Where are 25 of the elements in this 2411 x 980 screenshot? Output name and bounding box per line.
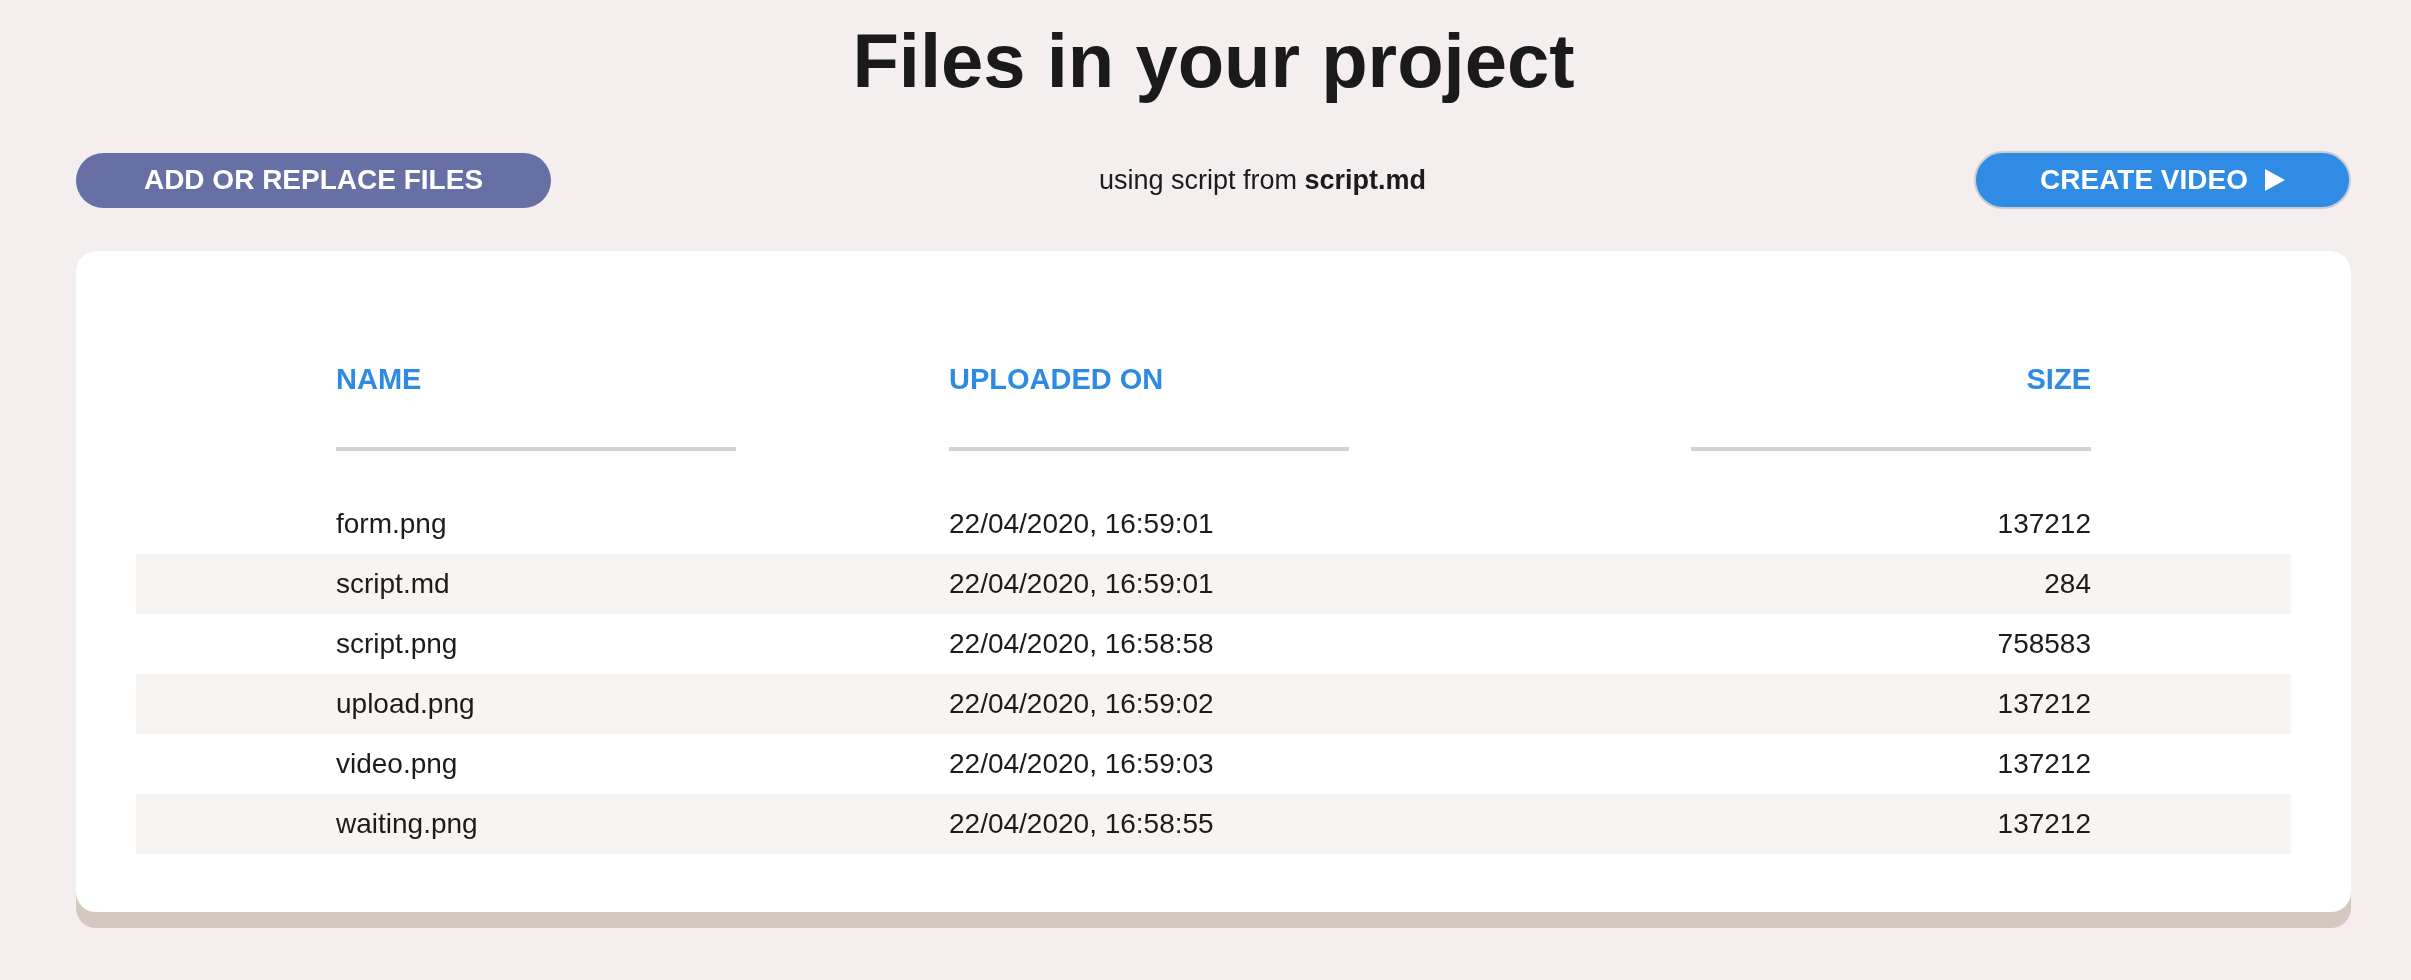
file-name: form.png	[336, 507, 447, 541]
file-size: 137212	[1997, 507, 2091, 541]
upload-date: 22/04/2020, 16:59:01	[949, 567, 1214, 601]
upload-date: 22/04/2020, 16:59:01	[949, 507, 1214, 541]
script-source-note: using script from script.md	[1098, 163, 1427, 197]
file-size: 137212	[1997, 747, 2091, 781]
file-name: waiting.png	[336, 807, 478, 841]
file-name: script.png	[336, 627, 458, 661]
play-icon	[2264, 169, 2285, 191]
file-size: 284	[2044, 567, 2091, 601]
file-name: script.md	[336, 567, 450, 601]
upload-date: 22/04/2020, 16:59:03	[949, 747, 1214, 781]
column-header: SIZE	[2026, 362, 2091, 397]
file-name: video.png	[336, 747, 458, 781]
file-size: 137212	[1997, 807, 2091, 841]
upload-date: 22/04/2020, 16:58:55	[949, 807, 1214, 841]
column-header: UPLOADED ON	[949, 362, 1164, 397]
add-files-button[interactable]: ADD OR REPLACE FILES	[76, 152, 551, 208]
file-size: 758583	[1997, 627, 2091, 661]
create-video-button[interactable]: CREATE VIDEO	[1974, 151, 2351, 209]
upload-date: 22/04/2020, 16:58:58	[949, 627, 1214, 661]
file-name: upload.png	[336, 687, 475, 721]
upload-date: 22/04/2020, 16:59:02	[949, 687, 1214, 721]
file-size: 137212	[1997, 687, 2091, 721]
column-header: NAME	[336, 362, 422, 397]
